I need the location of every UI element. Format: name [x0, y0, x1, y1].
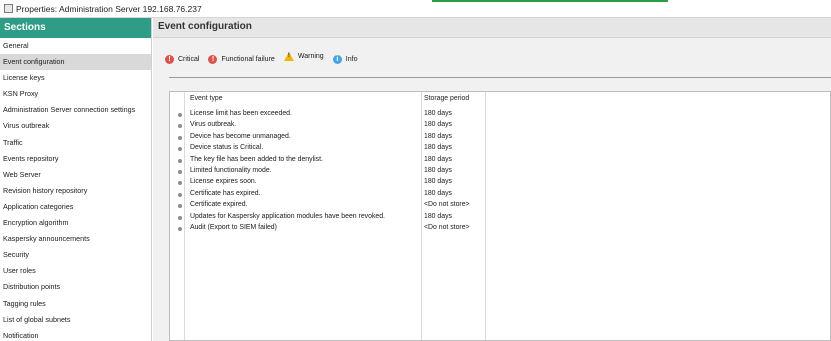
- table-row[interactable]: Device status is Critical. 180 days: [170, 143, 500, 154]
- storage-period-cell: <Do not store>: [424, 201, 470, 209]
- sidebar-item-connection-settings[interactable]: Administration Server connection setting…: [0, 102, 151, 118]
- table-row[interactable]: Device has become unmanaged. 180 days: [170, 132, 500, 143]
- sections-sidebar: Sections General Event configuration Lic…: [0, 18, 152, 341]
- storage-period-cell: 180 days: [424, 132, 452, 140]
- sidebar-item-revision-history[interactable]: Revision history repository: [0, 183, 151, 199]
- table-row[interactable]: Virus outbreak. 180 days: [170, 120, 500, 131]
- table-row[interactable]: Certificate has expired. 180 days: [170, 189, 500, 200]
- event-type-cell: Limited functionality mode.: [190, 167, 272, 174]
- event-type-cell: Audit (Export to SIEM failed): [190, 224, 277, 231]
- event-status-icon: [178, 227, 182, 231]
- title-bar: Properties: Administration Server 192.16…: [0, 0, 831, 18]
- event-status-icon: [178, 204, 182, 209]
- window-title: Properties: Administration Server 192.16…: [16, 4, 202, 14]
- sidebar-item-user-roles[interactable]: User roles: [0, 263, 151, 279]
- warning-icon: [283, 51, 294, 61]
- event-type-cell: License limit has been exceeded.: [190, 110, 292, 117]
- tab-functional-failure[interactable]: ! Functional failure: [208, 53, 275, 65]
- event-type-cell: Device has become unmanaged.: [190, 132, 291, 140]
- tab-warning[interactable]: Warning: [283, 50, 324, 62]
- event-type-cell: Virus outbreak.: [190, 121, 237, 129]
- tab-info[interactable]: i Info: [332, 53, 358, 65]
- storage-period-cell: 180 days: [424, 178, 452, 186]
- event-type-cell: Certificate has expired.: [190, 189, 261, 197]
- sidebar-item-encryption-algorithm[interactable]: Encryption algorithm: [0, 215, 151, 231]
- tab-info-label: Info: [345, 55, 358, 63]
- sidebar-item-web-server[interactable]: Web Server: [0, 167, 151, 183]
- critical-icon: !: [165, 54, 174, 64]
- sections-list: General Event configuration License keys…: [0, 38, 151, 341]
- sidebar-item-announcements[interactable]: Kaspersky announcements: [0, 231, 151, 247]
- table-row[interactable]: License limit has been exceeded. 180 day…: [170, 109, 500, 120]
- event-type-cell: The key file has been added to the denyl…: [190, 155, 323, 163]
- table-row[interactable]: The key file has been added to the denyl…: [170, 155, 500, 166]
- event-status-icon: [178, 181, 182, 186]
- sidebar-item-tagging-rules[interactable]: Tagging rules: [0, 296, 151, 312]
- sidebar-item-event-configuration[interactable]: Event configuration: [0, 54, 151, 71]
- severity-tabs: ! Critical ! Functional failure Warning …: [165, 50, 364, 64]
- tab-warning-label: Warning: [297, 52, 324, 60]
- sidebar-heading: Sections: [0, 18, 151, 38]
- tab-critical[interactable]: ! Critical: [165, 53, 199, 65]
- event-type-cell: Device status is Critical.: [190, 144, 264, 152]
- tab-critical-label: Critical: [178, 55, 200, 63]
- storage-period-cell: 180 days: [424, 144, 452, 152]
- event-status-icon: [178, 135, 182, 140]
- event-status-icon: [178, 170, 182, 174]
- functional-failure-icon: !: [208, 54, 218, 64]
- sidebar-item-license-keys[interactable]: License keys: [0, 70, 151, 86]
- event-status-icon: [178, 158, 182, 163]
- sidebar-item-virus-outbreak[interactable]: Virus outbreak: [0, 118, 151, 134]
- storage-period-cell: <Do not store>: [424, 224, 470, 231]
- title-accent-line: [432, 0, 668, 2]
- event-type-cell: License expires soon.: [190, 178, 257, 186]
- table-row[interactable]: Limited functionality mode. 180 days: [170, 166, 500, 177]
- sidebar-item-ksn-proxy[interactable]: KSN Proxy: [0, 86, 151, 102]
- sidebar-item-distribution-points[interactable]: Distribution points: [0, 279, 151, 295]
- storage-period-cell: 180 days: [424, 167, 452, 174]
- event-status-icon: [178, 124, 182, 129]
- storage-period-cell: 180 days: [424, 189, 452, 197]
- page-title: Event configuration: [153, 18, 831, 38]
- sidebar-item-security[interactable]: Security: [0, 247, 151, 263]
- event-type-cell: Updates for Kaspersky application module…: [190, 212, 385, 220]
- section-divider: [169, 77, 831, 78]
- event-status-icon: [178, 192, 182, 197]
- column-header-event-type[interactable]: Event type: [190, 95, 223, 102]
- storage-period-cell: 180 days: [424, 110, 452, 117]
- table-row[interactable]: License expires soon. 180 days: [170, 177, 500, 188]
- storage-period-cell: 180 days: [424, 212, 452, 220]
- sidebar-item-traffic[interactable]: Traffic: [0, 135, 151, 151]
- app-window-icon: [4, 4, 13, 13]
- storage-period-cell: 180 days: [424, 155, 452, 163]
- sidebar-item-events-repository[interactable]: Events repository: [0, 151, 151, 167]
- tab-functional-failure-label: Functional failure: [221, 55, 275, 63]
- sidebar-item-notification[interactable]: Notification: [0, 328, 151, 341]
- sidebar-item-application-categories[interactable]: Application categories: [0, 199, 151, 215]
- event-table: Event type Storage period License limit …: [169, 91, 831, 341]
- sidebar-item-general[interactable]: General: [0, 38, 151, 54]
- column-header-storage-period[interactable]: Storage period: [424, 95, 469, 102]
- event-status-icon: [178, 147, 182, 152]
- event-status-icon: [178, 113, 182, 117]
- table-row[interactable]: Certificate expired. <Do not store>: [170, 200, 500, 211]
- table-row[interactable]: Audit (Export to SIEM failed) <Do not st…: [170, 223, 500, 234]
- event-status-icon: [178, 215, 182, 220]
- info-icon: i: [332, 54, 342, 64]
- event-type-cell: Certificate expired.: [190, 201, 248, 209]
- sidebar-item-global-subnets[interactable]: List of global subnets: [0, 312, 151, 328]
- storage-period-cell: 180 days: [424, 121, 452, 129]
- table-row[interactable]: Updates for Kaspersky application module…: [170, 212, 500, 223]
- main-panel: Event configuration ! Critical ! Functio…: [153, 18, 831, 341]
